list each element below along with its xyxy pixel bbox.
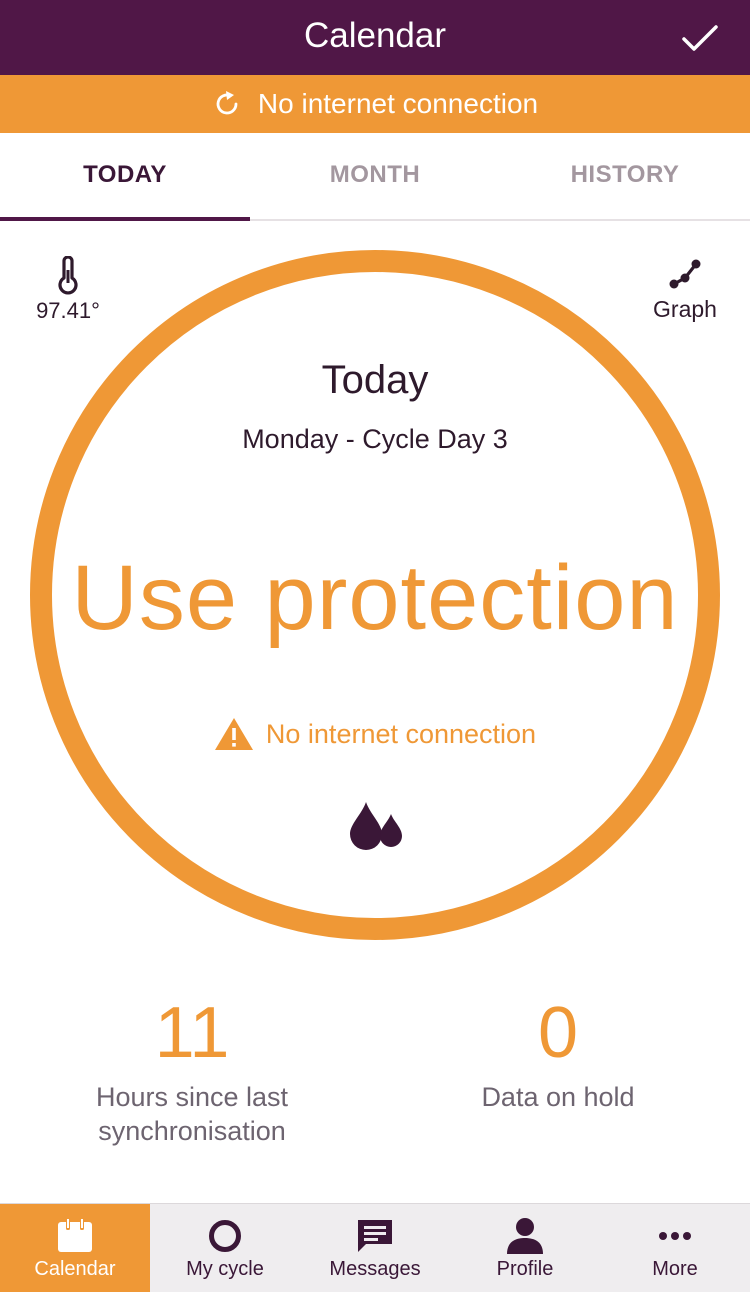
offline-banner[interactable]: No internet connection (0, 75, 750, 133)
page-title: Calendar (303, 16, 447, 55)
nav-messages-label: Messages (329, 1258, 421, 1280)
drops-icon (350, 802, 402, 850)
sync-hours-stat: 11 Hours since last synchronisation (42, 990, 342, 1148)
nav-profile-label: Profile (496, 1258, 554, 1280)
view-tabs: TODAY MONTH HISTORY (0, 133, 750, 221)
checkmark-icon[interactable] (680, 18, 720, 58)
graph-label: Graph (653, 296, 717, 322)
nav-calendar-label: Calendar (34, 1258, 116, 1280)
tab-today[interactable]: TODAY (0, 133, 250, 219)
offline-banner-text: No internet connection (257, 88, 539, 119)
active-tab-indicator (0, 217, 250, 221)
cycle-day-subtitle: Monday - Cycle Day 3 (242, 424, 508, 454)
sync-hours-value: 11 (154, 993, 230, 1073)
messages-icon (358, 1220, 392, 1252)
nav-more-label: More (652, 1258, 698, 1280)
tab-history[interactable]: HISTORY (500, 133, 750, 219)
nav-profile[interactable]: Profile (450, 1204, 600, 1292)
more-icon (659, 1232, 691, 1240)
warning-icon (214, 718, 253, 750)
connection-warning: No internet connection (0, 716, 750, 752)
temperature-button[interactable]: 97.41° (28, 256, 108, 324)
app-header: Calendar (0, 0, 750, 75)
tab-month[interactable]: MONTH (250, 133, 500, 219)
graph-button[interactable]: Graph (650, 258, 720, 323)
refresh-icon (216, 91, 238, 115)
data-on-hold-stat: 0 Data on hold (408, 990, 708, 1114)
cycle-ring-icon (209, 1220, 241, 1252)
nav-more[interactable]: More (600, 1204, 750, 1292)
nav-calendar[interactable]: Calendar (0, 1204, 150, 1292)
bottom-navigation: Calendar My cycle Messages Profile More (0, 1203, 750, 1292)
sync-hours-label-line1: Hours since last (95, 1082, 289, 1112)
sync-hours-label-line2: synchronisation (98, 1116, 286, 1146)
thermometer-icon (58, 256, 78, 295)
connection-warning-text: No internet connection (265, 718, 537, 749)
temperature-value: 97.41° (36, 298, 100, 323)
data-on-hold-label: Data on hold (481, 1082, 635, 1112)
nav-my-cycle[interactable]: My cycle (150, 1204, 300, 1292)
nav-messages[interactable]: Messages (300, 1204, 450, 1292)
day-title: Today (321, 358, 429, 402)
profile-icon (507, 1218, 543, 1254)
nav-my-cycle-label: My cycle (186, 1258, 264, 1280)
graph-icon (669, 259, 701, 289)
calendar-icon (58, 1218, 92, 1252)
data-on-hold-value: 0 (537, 993, 579, 1073)
fertility-status: Use protection (71, 547, 679, 649)
